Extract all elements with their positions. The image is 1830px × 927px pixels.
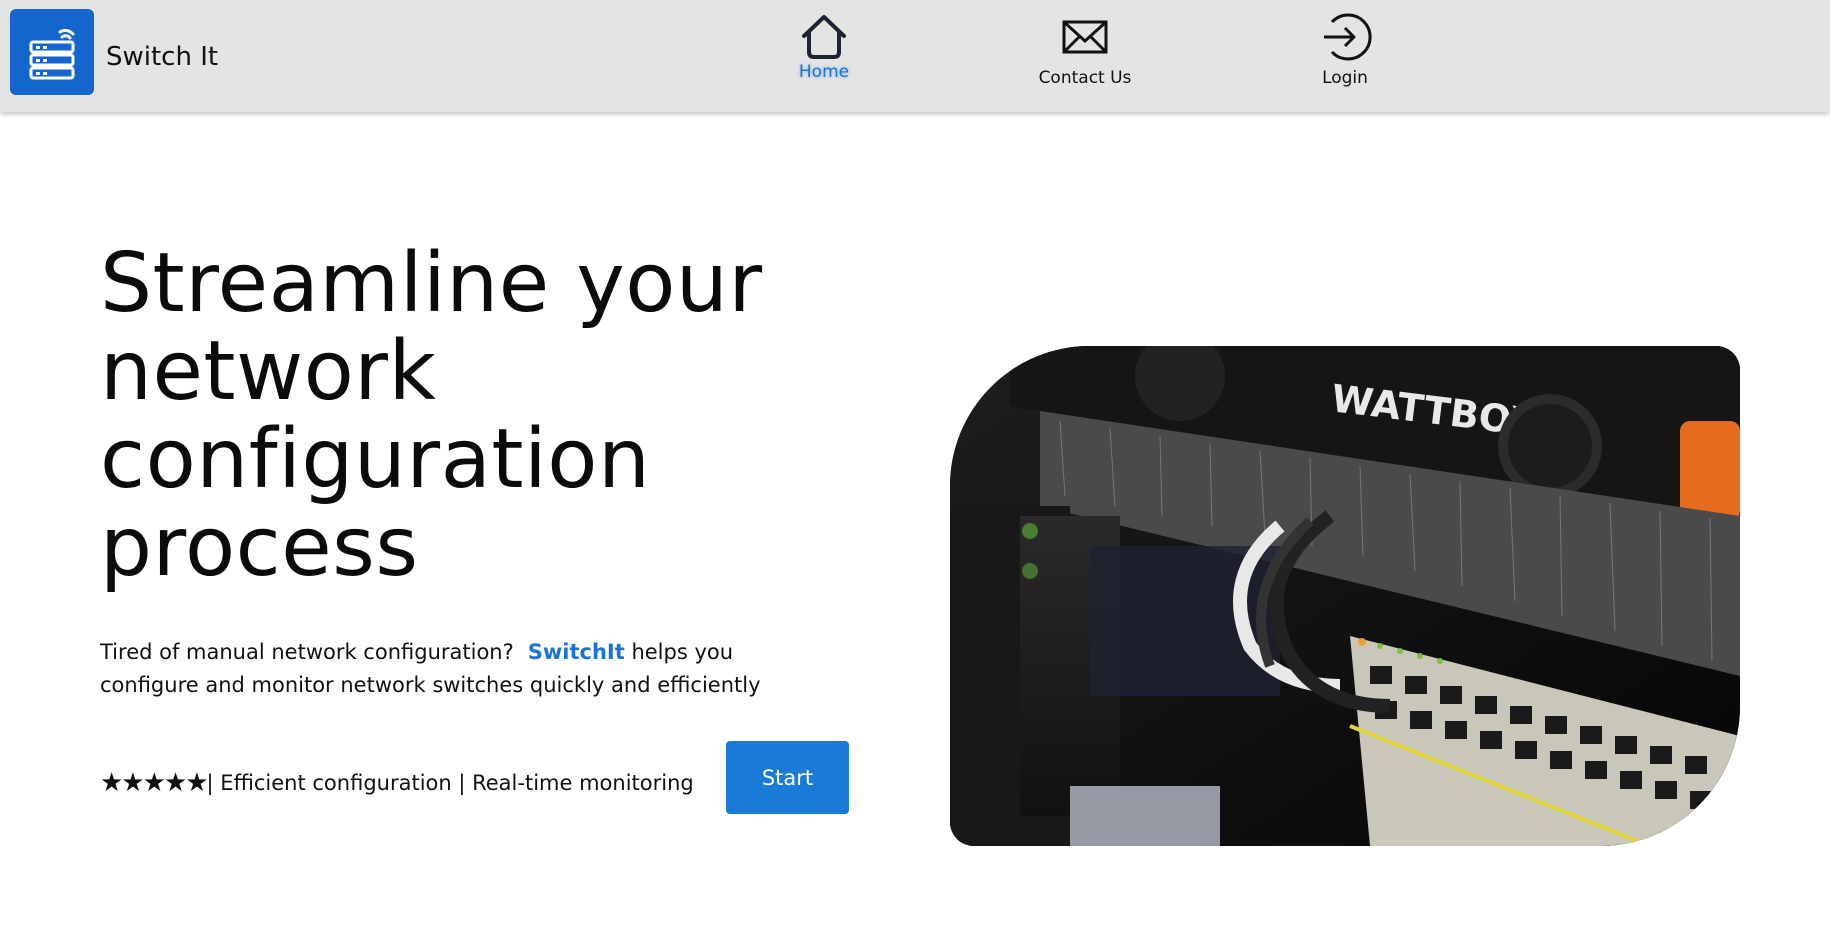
login-icon xyxy=(1318,8,1372,66)
nav-contact-label: Contact Us xyxy=(1038,68,1132,88)
nav-contact-us[interactable]: Contact Us xyxy=(1010,8,1160,98)
hero-network-switch-image: WATTBOX xyxy=(950,346,1740,846)
hero-desc-brand: SwitchIt xyxy=(527,640,625,664)
feature-highlights: ★★★★★ | Efficient configuration | Real-t… xyxy=(100,768,694,798)
nav-home[interactable]: Home xyxy=(749,8,899,98)
envelope-icon xyxy=(1061,8,1109,66)
feature-list: | Efficient configuration | Real-time mo… xyxy=(206,771,694,795)
nav-login-label: Login xyxy=(1322,68,1368,88)
nav-login[interactable]: Login xyxy=(1270,8,1420,98)
network-switch-icon[interactable] xyxy=(10,9,94,95)
hero-description: Tired of manual network configuration? Sw… xyxy=(100,636,800,702)
brand-name[interactable]: Switch It xyxy=(106,42,218,72)
home-icon xyxy=(799,8,849,66)
hero-desc-question: Tired of manual network configuration? xyxy=(100,640,514,664)
hero-title: Streamline your network configuration pr… xyxy=(100,236,763,595)
nav-home-label: Home xyxy=(798,62,850,82)
top-navbar: Switch It Home Contact Us Login xyxy=(0,0,1830,112)
start-button[interactable]: Start xyxy=(726,741,849,814)
rating-stars: ★★★★★ xyxy=(100,768,209,798)
